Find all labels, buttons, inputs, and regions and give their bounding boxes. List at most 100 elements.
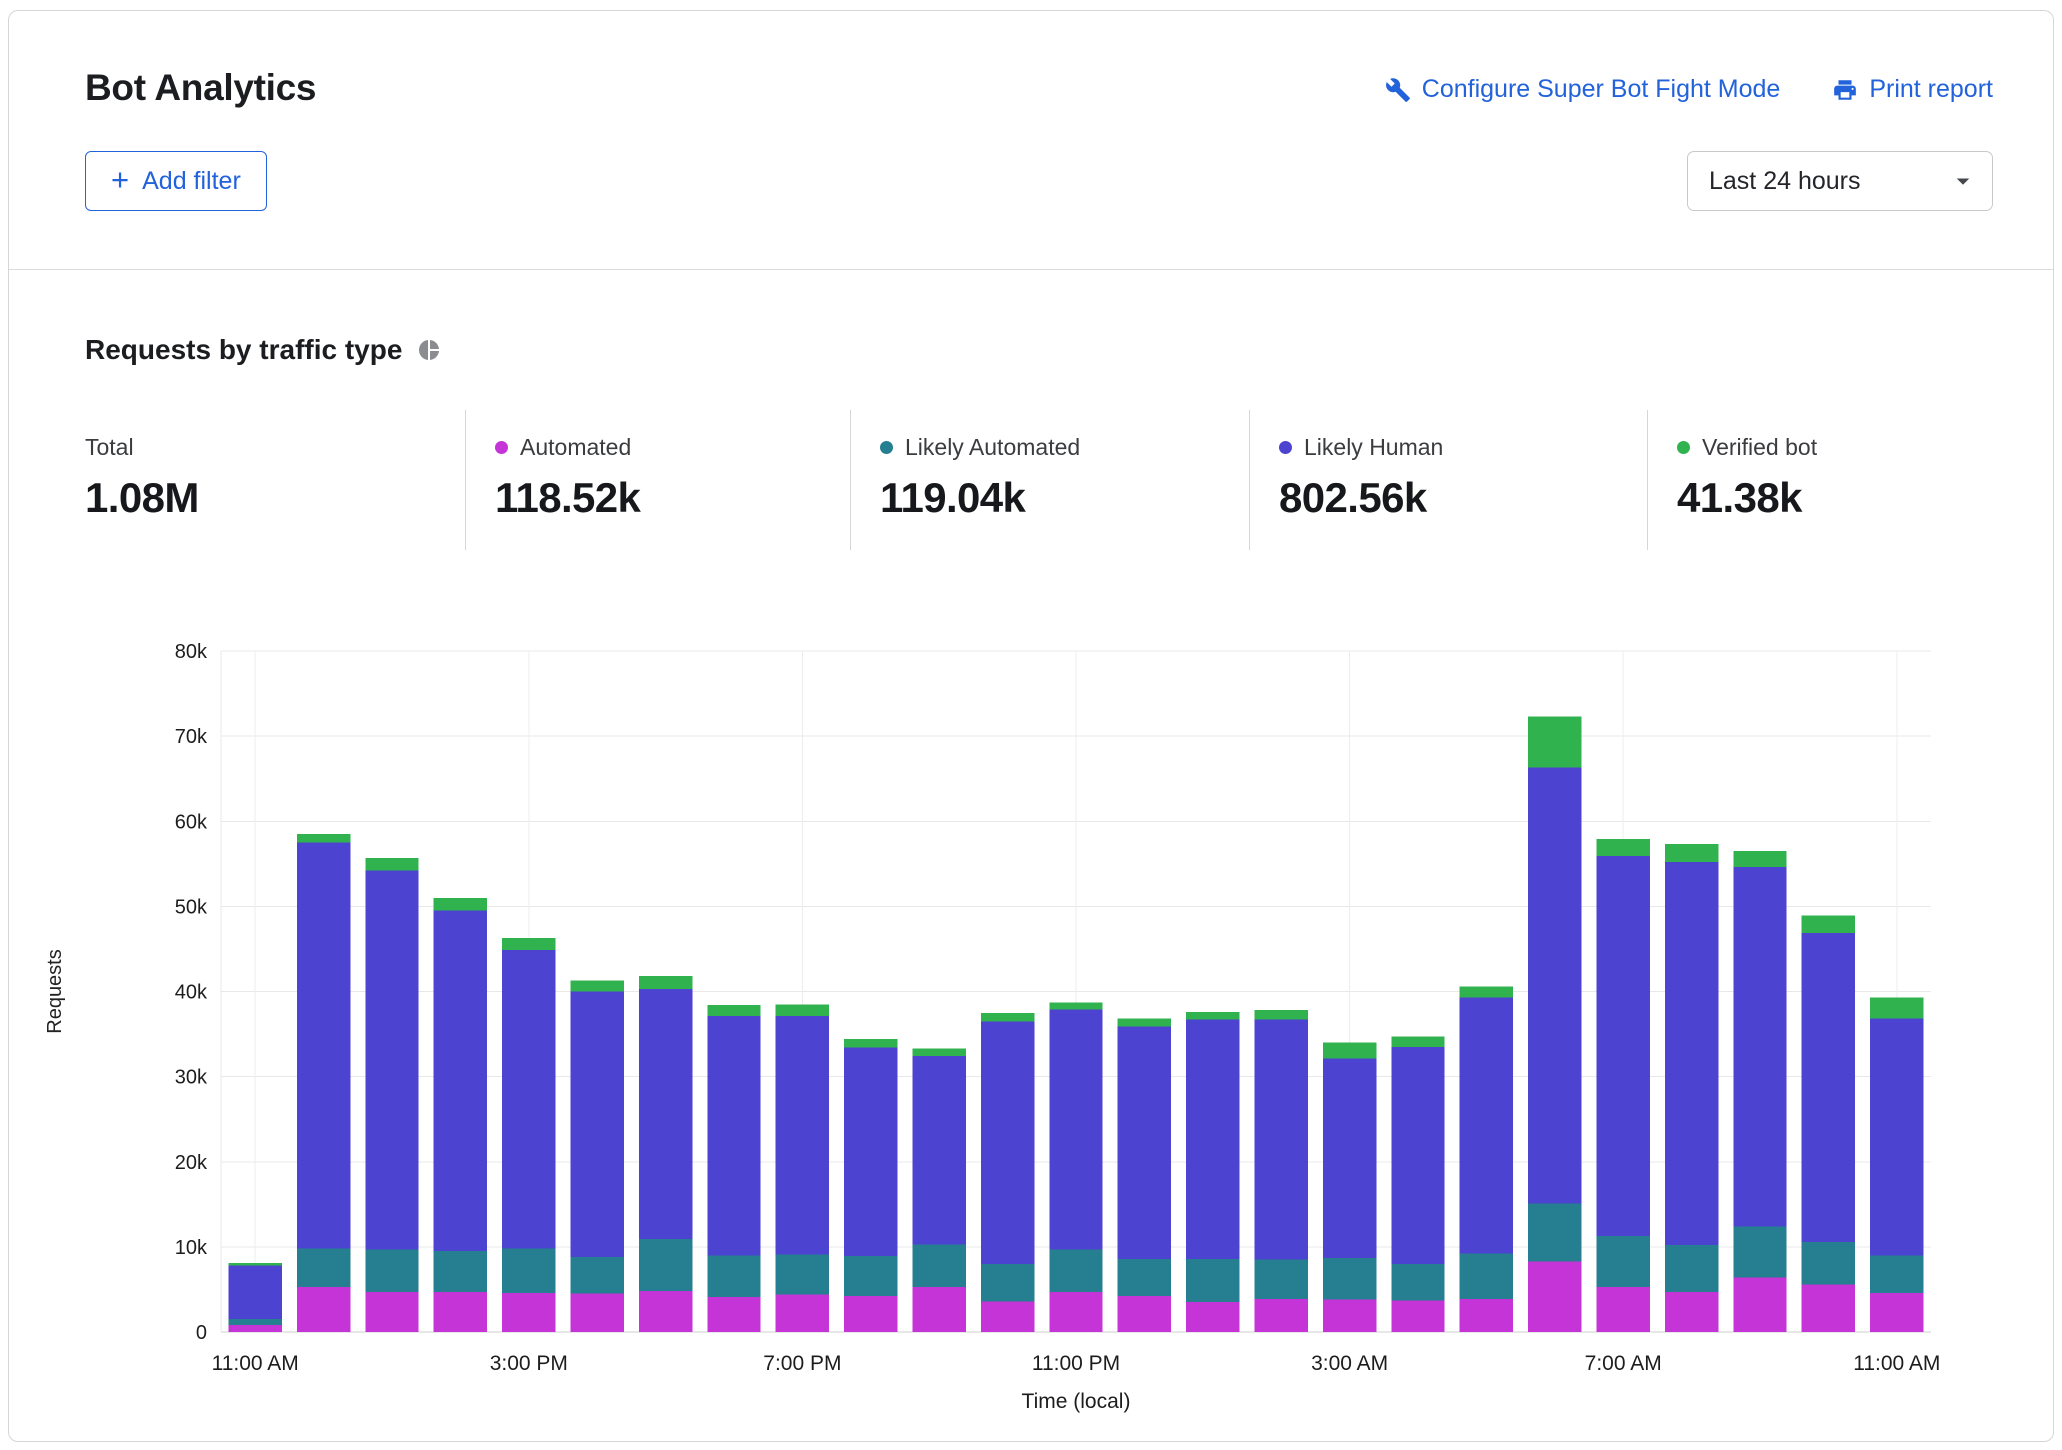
- bar-segment[interactable]: [1597, 839, 1650, 856]
- bar-segment[interactable]: [639, 976, 692, 989]
- bar-segment[interactable]: [913, 1287, 966, 1332]
- bar-segment[interactable]: [502, 1293, 555, 1332]
- bar-segment[interactable]: [1665, 862, 1718, 1245]
- bar-segment[interactable]: [981, 1264, 1034, 1301]
- bar-segment[interactable]: [434, 1292, 487, 1332]
- bar-segment[interactable]: [1733, 1226, 1786, 1277]
- bar-segment[interactable]: [434, 911, 487, 1252]
- bar-segment[interactable]: [229, 1266, 282, 1320]
- bar-segment[interactable]: [502, 938, 555, 950]
- bar-segment[interactable]: [1049, 1249, 1102, 1292]
- bar-segment[interactable]: [571, 1294, 624, 1332]
- bar-segment[interactable]: [297, 843, 350, 1249]
- bar-segment[interactable]: [1255, 1260, 1308, 1299]
- bar-segment[interactable]: [1186, 1020, 1239, 1259]
- bar-segment[interactable]: [1528, 768, 1581, 1204]
- bar-segment[interactable]: [502, 950, 555, 1249]
- bar-segment[interactable]: [1870, 1019, 1923, 1256]
- bar-segment[interactable]: [229, 1325, 282, 1332]
- bar-segment[interactable]: [1049, 1003, 1102, 1010]
- bar-segment[interactable]: [1733, 867, 1786, 1226]
- bar-segment[interactable]: [844, 1296, 897, 1332]
- bar-segment[interactable]: [1391, 1047, 1444, 1264]
- bar-segment[interactable]: [1460, 997, 1513, 1253]
- bar-segment[interactable]: [1528, 717, 1581, 768]
- bar-segment[interactable]: [1391, 1264, 1444, 1301]
- bar-segment[interactable]: [1460, 1254, 1513, 1299]
- bar-segment[interactable]: [571, 992, 624, 1258]
- bar-segment[interactable]: [229, 1263, 282, 1266]
- bar-segment[interactable]: [707, 1255, 760, 1297]
- bar-segment[interactable]: [1802, 933, 1855, 1242]
- bar-segment[interactable]: [1118, 1019, 1171, 1027]
- bar-segment[interactable]: [844, 1039, 897, 1048]
- bar-segment[interactable]: [1391, 1037, 1444, 1047]
- bar-segment[interactable]: [844, 1256, 897, 1296]
- bar-segment[interactable]: [913, 1056, 966, 1244]
- bar-segment[interactable]: [1733, 851, 1786, 867]
- bar-segment[interactable]: [981, 1301, 1034, 1332]
- bar-segment[interactable]: [1049, 1009, 1102, 1249]
- bar-segment[interactable]: [1665, 1292, 1718, 1332]
- bar-segment[interactable]: [1802, 1284, 1855, 1332]
- bar-segment[interactable]: [1597, 1287, 1650, 1332]
- bar-segment[interactable]: [1118, 1296, 1171, 1332]
- bar-segment[interactable]: [1665, 1245, 1718, 1292]
- bar-segment[interactable]: [502, 1249, 555, 1293]
- bar-segment[interactable]: [365, 871, 418, 1250]
- bar-segment[interactable]: [1255, 1010, 1308, 1019]
- bar-segment[interactable]: [1255, 1299, 1308, 1332]
- bar-segment[interactable]: [1597, 1236, 1650, 1287]
- bar-segment[interactable]: [776, 1016, 829, 1254]
- bar-segment[interactable]: [1323, 1043, 1376, 1059]
- time-range-select[interactable]: Last 24 hours: [1687, 151, 1993, 211]
- bar-segment[interactable]: [776, 1255, 829, 1295]
- bar-segment[interactable]: [1460, 986, 1513, 997]
- bar-segment[interactable]: [844, 1048, 897, 1257]
- configure-super-bot-fight-mode-link[interactable]: Configure Super Bot Fight Mode: [1385, 75, 1781, 104]
- bar-segment[interactable]: [1870, 1293, 1923, 1332]
- bar-segment[interactable]: [776, 1295, 829, 1332]
- bar-segment[interactable]: [1460, 1299, 1513, 1332]
- bar-segment[interactable]: [913, 1049, 966, 1057]
- bar-segment[interactable]: [707, 1005, 760, 1016]
- bar-segment[interactable]: [365, 1249, 418, 1292]
- bar-segment[interactable]: [571, 980, 624, 991]
- bar-segment[interactable]: [1255, 1020, 1308, 1260]
- bar-segment[interactable]: [1391, 1301, 1444, 1332]
- bar-segment[interactable]: [1323, 1258, 1376, 1300]
- bar-segment[interactable]: [639, 989, 692, 1239]
- bar-segment[interactable]: [229, 1319, 282, 1325]
- bar-segment[interactable]: [1323, 1059, 1376, 1258]
- bar-segment[interactable]: [707, 1016, 760, 1255]
- bar-segment[interactable]: [981, 1021, 1034, 1264]
- bar-segment[interactable]: [913, 1244, 966, 1287]
- bar-segment[interactable]: [1733, 1278, 1786, 1332]
- bar-segment[interactable]: [1870, 1255, 1923, 1292]
- bar-segment[interactable]: [1665, 844, 1718, 862]
- bar-segment[interactable]: [639, 1239, 692, 1291]
- bar-segment[interactable]: [365, 858, 418, 871]
- add-filter-button[interactable]: + Add filter: [85, 151, 267, 211]
- bar-segment[interactable]: [434, 1251, 487, 1292]
- bar-segment[interactable]: [297, 1249, 350, 1287]
- bar-segment[interactable]: [571, 1257, 624, 1294]
- bar-segment[interactable]: [365, 1292, 418, 1332]
- bar-segment[interactable]: [297, 834, 350, 843]
- bar-segment[interactable]: [1802, 916, 1855, 933]
- bar-segment[interactable]: [1118, 1259, 1171, 1296]
- bar-segment[interactable]: [1323, 1300, 1376, 1332]
- bar-segment[interactable]: [297, 1287, 350, 1332]
- bar-segment[interactable]: [1049, 1292, 1102, 1332]
- bar-segment[interactable]: [1870, 997, 1923, 1018]
- bar-segment[interactable]: [639, 1291, 692, 1332]
- bar-segment[interactable]: [434, 898, 487, 911]
- bar-segment[interactable]: [1528, 1203, 1581, 1261]
- bar-segment[interactable]: [707, 1297, 760, 1332]
- bar-segment[interactable]: [1186, 1259, 1239, 1302]
- bar-segment[interactable]: [1118, 1026, 1171, 1258]
- bar-segment[interactable]: [776, 1004, 829, 1016]
- bar-segment[interactable]: [1802, 1242, 1855, 1285]
- bar-segment[interactable]: [1597, 856, 1650, 1236]
- bar-segment[interactable]: [981, 1013, 1034, 1022]
